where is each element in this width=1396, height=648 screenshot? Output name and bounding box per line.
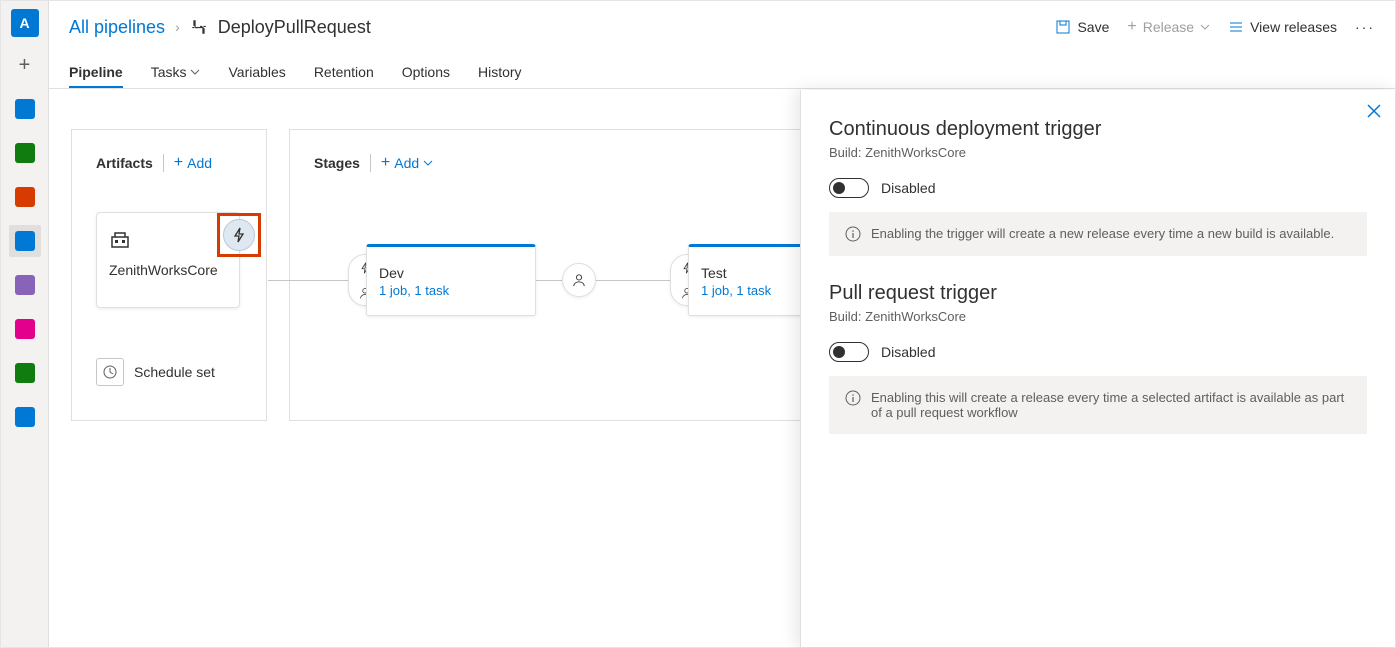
tab-retention[interactable]: Retention — [314, 64, 374, 88]
main-area: All pipelines › DeployPullRequest Save +… — [49, 1, 1395, 647]
info-icon — [845, 390, 861, 406]
breadcrumb: All pipelines › DeployPullRequest Save +… — [49, 1, 1395, 53]
post-deploy-conditions[interactable] — [562, 263, 596, 297]
nav-item-security[interactable] — [9, 357, 41, 389]
cd-toggle-state: Disabled — [881, 180, 935, 196]
cd-trigger-title: Continuous deployment trigger — [829, 118, 1367, 141]
tabstrip: Pipeline Tasks Variables Retention Optio… — [49, 53, 1395, 89]
plus-icon: + — [1127, 18, 1136, 36]
plus-icon: + — [381, 154, 390, 172]
tab-variables[interactable]: Variables — [228, 64, 285, 88]
stage-jobs-link[interactable]: 1 job, 1 task — [379, 283, 449, 298]
nav-item-repos[interactable] — [9, 181, 41, 213]
lightning-icon — [231, 227, 247, 243]
pr-trigger-title: Pull request trigger — [829, 282, 1367, 305]
schedule-label: Schedule set — [134, 364, 215, 380]
stage-name: Test — [701, 265, 771, 281]
pipeline-icon — [190, 18, 208, 36]
nav-item-sql[interactable] — [9, 401, 41, 433]
ellipsis-icon: ··· — [1355, 19, 1375, 35]
list-icon — [1228, 19, 1244, 35]
artifact-name: ZenithWorksCore — [109, 262, 227, 278]
build-source-icon — [109, 229, 131, 251]
plus-icon: + — [174, 154, 183, 172]
close-icon — [1367, 104, 1381, 118]
nav-item-pipelines[interactable] — [9, 225, 41, 257]
nav-add[interactable]: + — [9, 49, 41, 81]
stage-jobs-link[interactable]: 1 job, 1 task — [701, 283, 771, 298]
save-icon — [1055, 19, 1071, 35]
release-button[interactable]: + Release — [1127, 18, 1210, 36]
breadcrumb-title: DeployPullRequest — [190, 17, 371, 38]
artifact-trigger-button[interactable] — [223, 219, 255, 251]
project-avatar[interactable]: A — [11, 9, 39, 37]
pr-info: Enabling this will create a release ever… — [829, 376, 1367, 434]
chevron-right-icon: › — [175, 19, 180, 35]
nav-item-testplans[interactable] — [9, 269, 41, 301]
breadcrumb-root[interactable]: All pipelines — [69, 17, 165, 38]
pr-build-label: Build: ZenithWorksCore — [829, 309, 1367, 324]
nav-item-artifacts[interactable] — [9, 313, 41, 345]
add-artifact-button[interactable]: + Add — [174, 154, 212, 172]
stage-name: Dev — [379, 265, 449, 281]
top-toolbar: Save + Release View releases ··· — [1055, 18, 1375, 36]
schedule-indicator[interactable]: Schedule set — [96, 358, 242, 386]
chevron-down-icon — [190, 67, 200, 77]
trigger-side-panel: Continuous deployment trigger Build: Zen… — [800, 90, 1395, 647]
pipeline-title-text: DeployPullRequest — [218, 17, 371, 38]
plus-icon: + — [19, 54, 31, 77]
person-icon — [572, 273, 586, 287]
artifacts-heading: Artifacts — [96, 155, 153, 171]
view-releases-button[interactable]: View releases — [1228, 19, 1337, 35]
nav-item-overview[interactable] — [9, 93, 41, 125]
cd-build-label: Build: ZenithWorksCore — [829, 145, 1367, 160]
nav-item-boards[interactable] — [9, 137, 41, 169]
tab-options[interactable]: Options — [402, 64, 450, 88]
chevron-down-icon — [1200, 22, 1210, 32]
save-button[interactable]: Save — [1055, 19, 1109, 35]
tab-tasks[interactable]: Tasks — [151, 64, 201, 88]
more-button[interactable]: ··· — [1355, 19, 1375, 35]
pr-toggle-state: Disabled — [881, 344, 935, 360]
tab-pipeline[interactable]: Pipeline — [69, 64, 123, 88]
cd-info: Enabling the trigger will create a new r… — [829, 212, 1367, 256]
close-panel-button[interactable] — [1367, 104, 1381, 123]
info-icon — [845, 226, 861, 242]
artifacts-panel: Artifacts + Add — [71, 129, 267, 421]
chevron-down-icon — [423, 158, 433, 168]
cd-toggle[interactable] — [829, 178, 869, 198]
pr-toggle[interactable] — [829, 342, 869, 362]
stages-heading: Stages — [314, 155, 360, 171]
artifact-card[interactable]: ZenithWorksCore — [96, 212, 240, 308]
left-nav-rail: A + — [1, 1, 49, 647]
clock-icon — [102, 364, 118, 380]
stage-card-dev[interactable]: Dev 1 job, 1 task — [366, 244, 536, 316]
add-stage-button[interactable]: + Add — [381, 154, 433, 172]
tab-history[interactable]: History — [478, 64, 522, 88]
